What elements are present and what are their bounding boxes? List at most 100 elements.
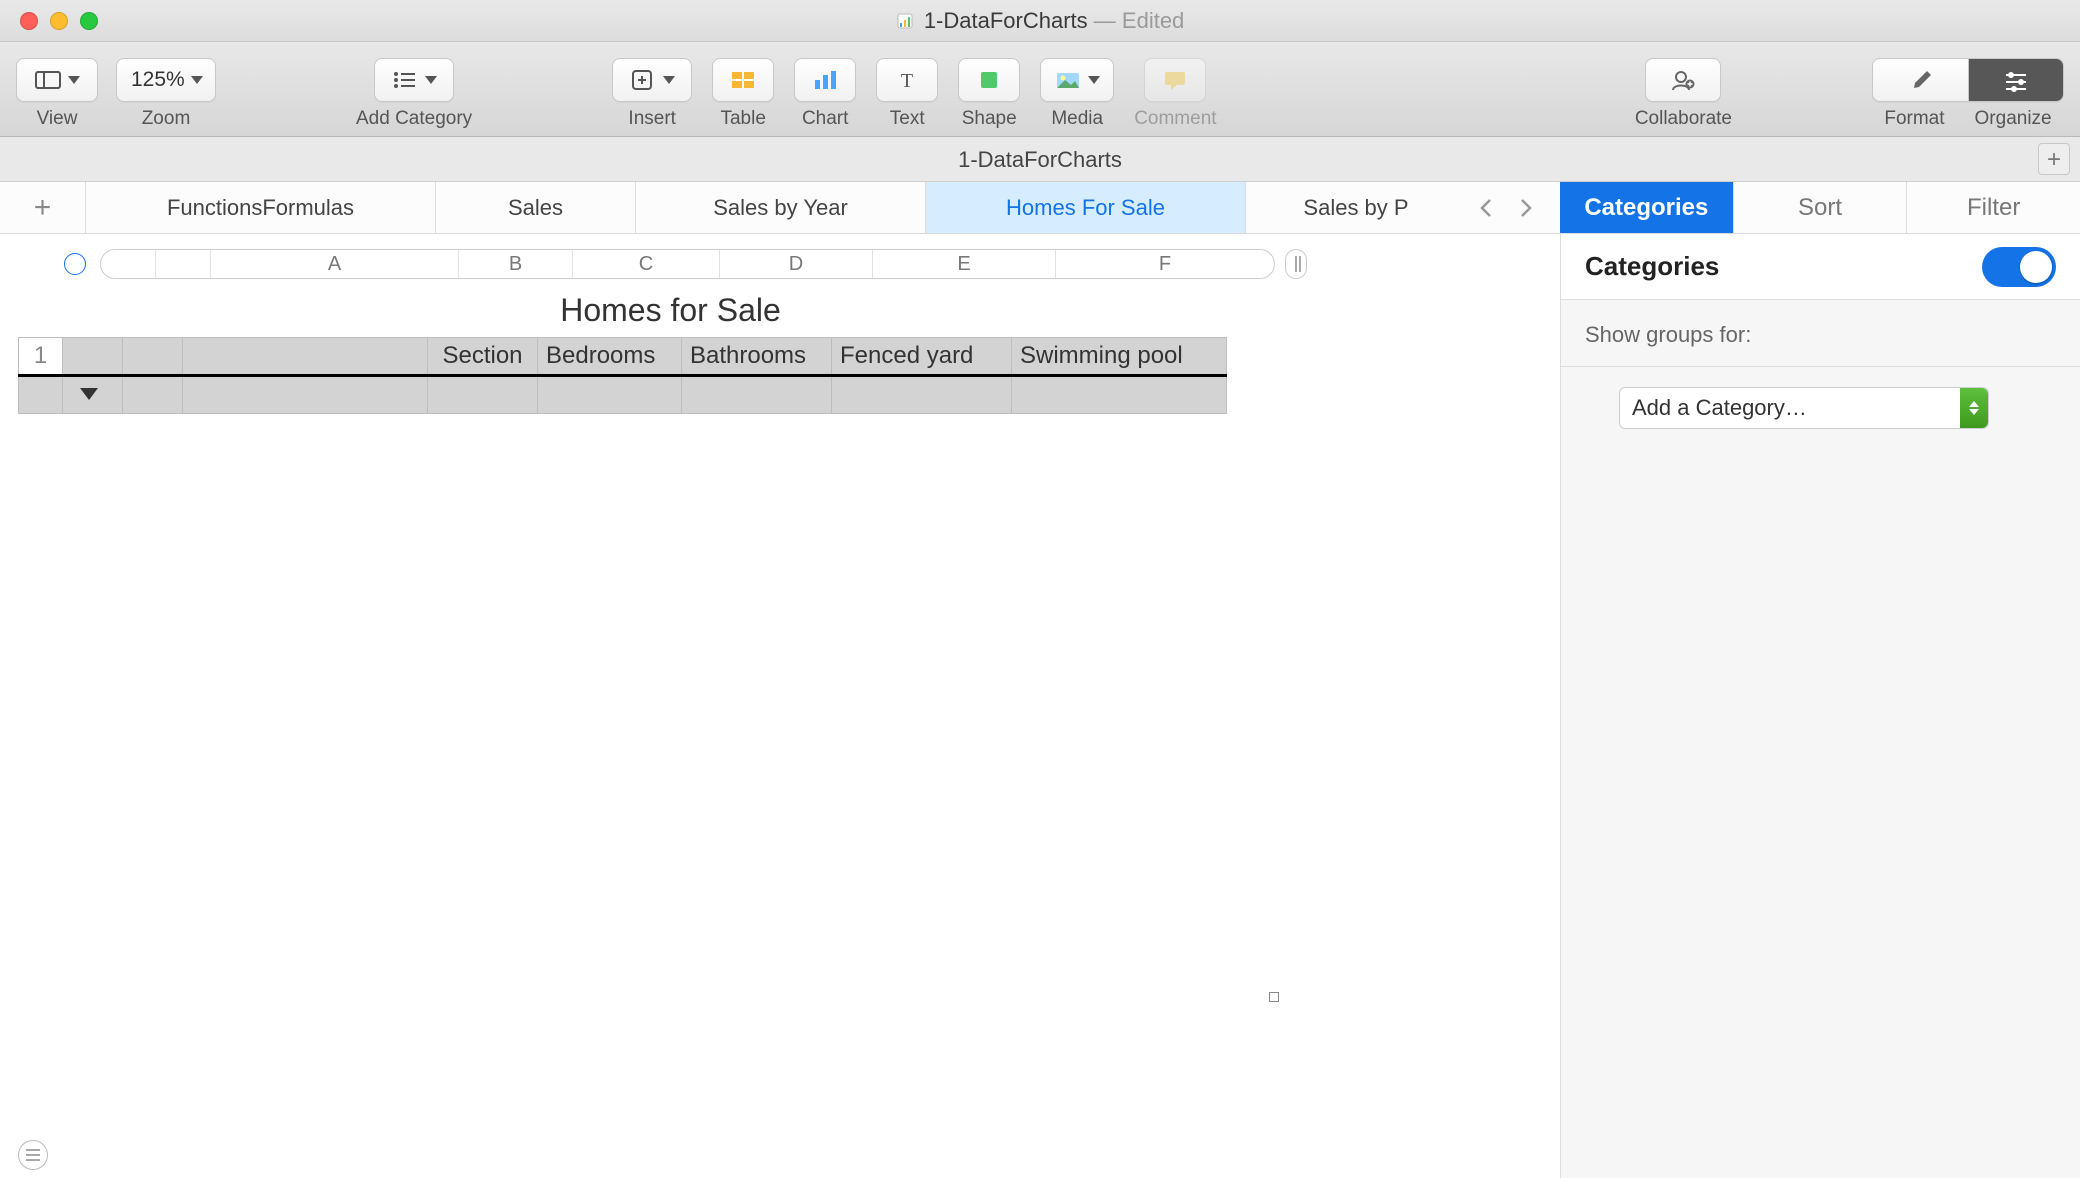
collaborate-icon [1669, 68, 1697, 92]
categories-toggle[interactable] [1982, 247, 2056, 287]
column-header-F[interactable]: F [1056, 250, 1274, 278]
zoom-label: Zoom [142, 108, 191, 130]
organize-label: Organize [1975, 108, 2052, 130]
sheet-name: 1-DataForCharts [958, 147, 1122, 172]
sheet-tabs: + FunctionsFormulas Sales Sales by Year … [0, 182, 1560, 233]
insert-label: Insert [628, 108, 676, 130]
chart-icon [811, 68, 839, 92]
tabs-row: + FunctionsFormulas Sales Sales by Year … [0, 182, 2080, 234]
close-window-button[interactable] [20, 12, 38, 30]
sheet-tab-functionsformulas[interactable]: FunctionsFormulas [86, 182, 436, 233]
organize-tab-sort[interactable]: Sort [1733, 182, 1907, 233]
add-category-label: Add Category [356, 108, 472, 130]
divider [1561, 366, 2080, 367]
comment-icon [1161, 68, 1189, 92]
media-menu-button[interactable] [1040, 58, 1114, 102]
organize-tabs: Categories Sort Filter [1560, 182, 2080, 233]
add-category-label: Add a Category… [1632, 395, 1807, 421]
organize-pane: Categories Show groups for: Add a Catego… [1560, 234, 2080, 1178]
sheet-menu-button[interactable] [18, 1140, 48, 1170]
column-header-E[interactable]: E [873, 250, 1056, 278]
add-category-select[interactable]: Add a Category… [1619, 387, 1989, 429]
table-button[interactable] [712, 58, 774, 102]
shape-label: Shape [962, 108, 1017, 130]
table-icon [729, 68, 757, 92]
zoom-menu-button[interactable]: 125% [116, 58, 216, 102]
collaborate-button[interactable] [1645, 58, 1721, 102]
collaborate-label: Collaborate [1635, 108, 1732, 130]
organize-tab-categories[interactable]: Categories [1560, 182, 1733, 233]
col-header-street[interactable] [183, 338, 428, 376]
view-menu-button[interactable] [16, 58, 98, 102]
sheet-tab-homesforsale[interactable]: Homes For Sale [926, 182, 1246, 233]
column-header-B[interactable]: B [459, 250, 573, 278]
row-number[interactable] [19, 376, 63, 414]
organize-tab-filter[interactable]: Filter [1906, 182, 2080, 233]
spreadsheet-table[interactable]: 1 Section Bedrooms Bathrooms Fenced yard… [18, 337, 1227, 414]
column-header-A[interactable]: A [211, 250, 459, 278]
table-title[interactable]: Homes for Sale [18, 292, 1268, 329]
sheet-tab-salesbyyear[interactable]: Sales by Year [636, 182, 926, 233]
window-controls [0, 12, 98, 30]
brush-icon [1907, 68, 1935, 92]
chart-button[interactable] [794, 58, 856, 102]
view-label: View [37, 108, 78, 130]
selection-handle[interactable] [1269, 992, 1279, 1002]
row-number-header[interactable]: 1 [19, 338, 63, 376]
comment-label: Comment [1134, 108, 1216, 130]
window-title: 1-DataForCharts — Edited [0, 8, 2080, 34]
toolbar: View 125% Zoom Add Category Insert Table… [0, 42, 2080, 137]
zoom-window-button[interactable] [80, 12, 98, 30]
sheet-tab-salesbyp[interactable]: Sales by P [1246, 182, 1466, 233]
add-category-button[interactable] [374, 58, 454, 102]
window-titlebar: 1-DataForCharts — Edited [0, 0, 2080, 42]
col-header-bathrooms[interactable]: Bathrooms [682, 338, 832, 376]
shape-icon [975, 68, 1003, 92]
col-header-bedrooms[interactable]: Bedrooms [538, 338, 682, 376]
sheet-tab-sales[interactable]: Sales [436, 182, 636, 233]
document-icon [896, 10, 914, 28]
media-icon [1054, 68, 1082, 92]
chevron-down-icon [425, 76, 437, 84]
col-header-swimming-pool[interactable]: Swimming pool [1012, 338, 1227, 376]
add-sheet-button-corner[interactable]: + [2038, 143, 2070, 175]
tabs-scroll-left[interactable] [1466, 182, 1506, 233]
column-header-C[interactable]: C [573, 250, 720, 278]
organize-button[interactable] [1968, 58, 2064, 102]
chevron-down-icon [191, 76, 203, 84]
text-icon: T [893, 68, 921, 92]
column-letter-strip: A B C D E F [64, 248, 1307, 280]
chart-label: Chart [802, 108, 848, 130]
stepper-arrows-icon [1960, 388, 1988, 428]
comment-button[interactable] [1144, 58, 1206, 102]
minimize-window-button[interactable] [50, 12, 68, 30]
sliders-icon [2002, 68, 2030, 92]
insert-menu-button[interactable] [612, 58, 692, 102]
column-headers[interactable]: A B C D E F [100, 249, 1275, 279]
document-status: Edited [1122, 8, 1184, 33]
spreadsheet-canvas[interactable]: A B C D E F Homes for Sale 1 Section Bed… [0, 234, 1560, 1178]
view-icon [34, 68, 62, 92]
chevron-down-icon [663, 76, 675, 84]
select-all-handle[interactable] [64, 253, 86, 275]
zoom-value: 125% [131, 68, 185, 92]
show-groups-label: Show groups for: [1585, 322, 2056, 348]
plus-box-icon [629, 68, 657, 92]
sheet-name-bar: 1-DataForCharts + [0, 137, 2080, 182]
format-label: Format [1884, 108, 1944, 130]
group-row-level1[interactable] [19, 376, 1227, 414]
add-sheet-tab[interactable]: + [0, 182, 86, 233]
add-column-handle[interactable] [1285, 249, 1307, 279]
text-button[interactable]: T [876, 58, 938, 102]
format-button[interactable] [1872, 58, 1968, 102]
tabs-scroll-right[interactable] [1506, 182, 1546, 233]
col-header-fenced-yard[interactable]: Fenced yard [832, 338, 1012, 376]
text-label: Text [890, 108, 925, 130]
shape-button[interactable] [958, 58, 1020, 102]
col-header-section[interactable]: Section [428, 338, 538, 376]
disclosure-icon[interactable] [80, 388, 98, 400]
media-label: Media [1051, 108, 1103, 130]
svg-text:T: T [901, 70, 913, 92]
list-icon [391, 68, 419, 92]
column-header-D[interactable]: D [720, 250, 873, 278]
